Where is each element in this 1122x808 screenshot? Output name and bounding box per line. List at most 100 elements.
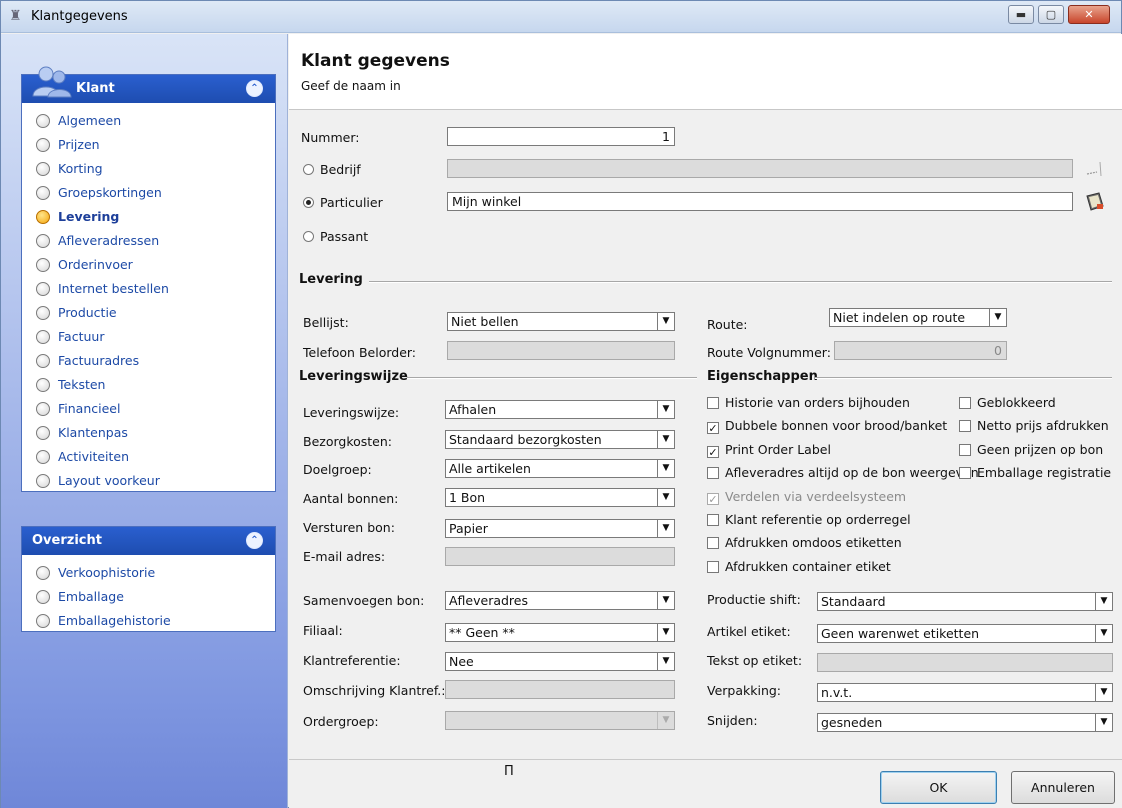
checkbox-label: Emballage registratie: [977, 465, 1112, 481]
radio-icon: [36, 354, 50, 368]
pencil-icon[interactable]: [1083, 158, 1107, 182]
particulier-field[interactable]: Mijn winkel: [447, 192, 1073, 211]
bellijst-select[interactable]: Niet bellen ▼: [447, 312, 675, 331]
route-select[interactable]: Niet indelen op route ▼: [829, 308, 1007, 327]
sidebar-item-emballage[interactable]: Emballage: [22, 585, 275, 609]
overzicht-panel-title: Overzicht: [32, 533, 102, 548]
sidebar-item-klantenpas[interactable]: Klantenpas: [22, 421, 275, 445]
artikel-etiket-select[interactable]: Geen warenwet etiketten ▼: [817, 624, 1113, 643]
checkbox-afdrukken-container-etiket[interactable]: Afdrukken container etiket: [707, 559, 891, 574]
checkbox-label: Afleveradres altijd op de bon weergeven: [725, 465, 979, 481]
minimize-button[interactable]: ▬: [1008, 5, 1034, 24]
sidebar-item-label: Activiteiten: [58, 449, 130, 464]
aantal-bonnen-select[interactable]: 1 Bon ▼: [445, 488, 675, 507]
bezorgkosten-select[interactable]: Standaard bezorgkosten ▼: [445, 430, 675, 449]
sidebar-item-activiteiten[interactable]: Activiteiten: [22, 445, 275, 469]
leveringswijze-select[interactable]: Afhalen ▼: [445, 400, 675, 419]
close-button[interactable]: ✕: [1068, 5, 1110, 24]
artikel-etiket-value: Geen warenwet etiketten: [821, 626, 980, 641]
checkbox-afdrukken-omdoos-etiketten[interactable]: Afdrukken omdoos etiketten: [707, 535, 902, 550]
filiaal-select[interactable]: ** Geen ** ▼: [445, 623, 675, 642]
productie-shift-select[interactable]: Standaard ▼: [817, 592, 1113, 611]
chevron-down-icon: ▼: [657, 624, 674, 641]
sidebar-item-afleveradressen[interactable]: Afleveradressen: [22, 229, 275, 253]
productie-shift-value: Standaard: [821, 594, 886, 609]
checkbox-label: Dubbele bonnen voor brood/banket: [725, 418, 948, 434]
particulier-radio[interactable]: Particulier: [303, 195, 383, 210]
checkbox-netto-prijs-afdrukken[interactable]: Netto prijs afdrukken: [959, 418, 1109, 433]
omschrijving-label: Omschrijving Klantref.:: [303, 683, 446, 698]
sidebar-item-korting[interactable]: Korting: [22, 157, 275, 181]
email-field: [445, 547, 675, 566]
sidebar-item-productie[interactable]: Productie: [22, 301, 275, 325]
passant-radio[interactable]: Passant: [303, 229, 368, 244]
ok-button[interactable]: OK: [880, 771, 997, 804]
radio-icon: [36, 138, 50, 152]
checkbox-label: Afdrukken omdoos etiketten: [725, 535, 902, 551]
samenvoegen-select[interactable]: Afleveradres ▼: [445, 591, 675, 610]
section-divider: [815, 377, 1112, 379]
overzicht-panel: Overzicht ⌃ Verkoophistorie Emballage Emba…: [21, 526, 276, 632]
klantreferentie-select[interactable]: Nee ▼: [445, 652, 675, 671]
checkbox-geen-prijzen-op-bon[interactable]: Geen prijzen op bon: [959, 442, 1103, 457]
collapse-icon[interactable]: ⌃: [246, 532, 263, 549]
sidebar-item-label: Internet bestellen: [58, 281, 169, 296]
checkbox-label: Print Order Label: [725, 441, 831, 457]
checkbox-label: Geblokkeerd: [977, 395, 1056, 410]
filiaal-value: ** Geen **: [449, 625, 515, 640]
checkbox-icon: [707, 467, 719, 480]
cancel-button[interactable]: Annuleren: [1011, 771, 1115, 804]
checkbox-historie-van-orders-bijhouden[interactable]: Historie van orders bijhouden: [707, 395, 910, 410]
sidebar-item-prijzen[interactable]: Prijzen: [22, 133, 275, 157]
overzicht-panel-header[interactable]: Overzicht ⌃: [22, 527, 275, 555]
window: ♜ Klantgegevens ▬ ▢ ✕ Klant ⌃ Algemeen Pr…: [0, 0, 1122, 808]
sidebar-item-internet-bestellen[interactable]: Internet bestellen: [22, 277, 275, 301]
chevron-down-icon: ▼: [1095, 625, 1112, 642]
checkbox-label: Geen prijzen op bon: [977, 441, 1104, 457]
checkbox-print-order-label[interactable]: ✓ Print Order Label: [707, 442, 831, 458]
checkbox-klant-referentie-op-orderregel[interactable]: Klant referentie op orderregel: [707, 512, 911, 527]
sidebar-item-layout-voorkeur[interactable]: Layout voorkeur: [22, 469, 275, 493]
radio-icon: [36, 402, 50, 416]
checkbox-afleveradres-altijd-op-de-bon-weergeven[interactable]: Afleveradres altijd op de bon weergeven: [707, 465, 979, 480]
sidebar-item-financieel[interactable]: Financieel: [22, 397, 275, 421]
sidebar-item-label: Productie: [58, 305, 117, 320]
section-divider: [407, 377, 697, 379]
sidebar-item-label: Emballagehistorie: [58, 613, 171, 628]
checkbox-geblokkeerd[interactable]: Geblokkeerd: [959, 395, 1056, 410]
sidebar-item-teksten[interactable]: Teksten: [22, 373, 275, 397]
sidebar-item-algemeen[interactable]: Algemeen: [22, 109, 275, 133]
snijden-select[interactable]: gesneden ▼: [817, 713, 1113, 732]
bedrijf-label: Bedrijf: [320, 162, 361, 177]
doelgroep-select[interactable]: Alle artikelen ▼: [445, 459, 675, 478]
radio-icon: [36, 330, 50, 344]
radio-icon: [36, 450, 50, 464]
nummer-field[interactable]: 1: [447, 127, 675, 146]
klant-panel-header[interactable]: Klant ⌃: [22, 66, 275, 103]
leveringswijze-value: Afhalen: [449, 402, 497, 417]
sidebar-item-levering[interactable]: Levering: [22, 205, 275, 229]
checkbox-emballage-registratie[interactable]: Emballage registratie: [959, 465, 1111, 480]
sidebar-item-emballagehistorie[interactable]: Emballagehistorie: [22, 609, 275, 633]
sidebar-item-verkoophistorie[interactable]: Verkoophistorie: [22, 561, 275, 585]
sidebar-item-factuur[interactable]: Factuur: [22, 325, 275, 349]
verpakking-select[interactable]: n.v.t. ▼: [817, 683, 1113, 702]
bedrijf-radio[interactable]: Bedrijf: [303, 162, 361, 177]
klant-nav-list: Algemeen Prijzen Korting Groepskortingen Lev…: [22, 103, 275, 497]
maximize-button[interactable]: ▢: [1038, 5, 1064, 24]
tekst-op-etiket-field: [817, 653, 1113, 672]
versturen-bon-select[interactable]: Papier ▼: [445, 519, 675, 538]
collapse-icon[interactable]: ⌃: [246, 80, 263, 97]
sidebar-item-orderinvoer[interactable]: Orderinvoer: [22, 253, 275, 277]
checkbox-dubbele-bonnen-voor-brood-banket[interactable]: ✓ Dubbele bonnen voor brood/banket: [707, 418, 948, 435]
checkbox-label: Afdrukken container etiket: [725, 558, 891, 574]
sidebar-item-factuuradres[interactable]: Factuuradres: [22, 349, 275, 373]
nummer-label: Nummer:: [301, 130, 360, 145]
address-book-icon[interactable]: [1083, 190, 1107, 214]
sidebar: Klant ⌃ Algemeen Prijzen Korting Groepskort…: [1, 34, 288, 808]
sidebar-item-groepskortingen[interactable]: Groepskortingen: [22, 181, 275, 205]
ordergroep-label: Ordergroep:: [303, 714, 379, 729]
chevron-down-icon: ▼: [1095, 684, 1112, 701]
checkmark-icon: ✓: [707, 445, 719, 459]
checkbox-label: Historie van orders bijhouden: [725, 395, 910, 410]
